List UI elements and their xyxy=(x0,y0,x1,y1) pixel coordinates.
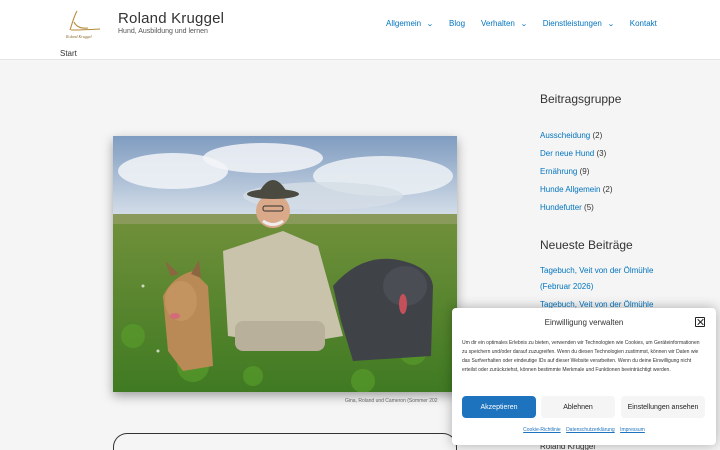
category-link[interactable]: Der neue Hund xyxy=(540,149,594,158)
nav-item-label: Kontakt xyxy=(629,19,657,28)
nav-item-label: Verhalten xyxy=(481,19,515,28)
main-nav: Allgemein ⌄ Blog Verhalten ⌄ Dienstleist… xyxy=(386,19,657,28)
category-count: (9) xyxy=(579,167,590,176)
site-header: Roland Kruggel Roland Kruggel Hund, Ausb… xyxy=(0,0,720,60)
site-logo[interactable]: Roland Kruggel xyxy=(62,8,104,40)
close-icon[interactable] xyxy=(695,317,705,327)
category-link[interactable]: Hundefutter xyxy=(540,203,582,212)
recent-post-link[interactable]: Tagebuch, Veit von der Ölmühle xyxy=(540,266,653,275)
view-settings-button[interactable]: Einstellungen ansehen xyxy=(621,396,705,418)
recent-post-link[interactable]: (Februar 2026) xyxy=(540,282,593,291)
category-count: (3) xyxy=(596,149,607,158)
logo-text: Roland Kruggel xyxy=(65,34,93,39)
nav-item-label: Blog xyxy=(449,19,466,28)
consent-description: Um dir ein optimales Erlebnis zu bieten,… xyxy=(462,340,700,374)
featured-photo xyxy=(113,136,457,392)
chevron-down-icon: ⌄ xyxy=(606,20,615,28)
category-item[interactable]: Hundefutter (5) xyxy=(540,203,594,212)
category-item[interactable]: Hunde Allgemein (2) xyxy=(540,185,613,194)
content-card xyxy=(113,433,457,450)
nav-item-blog[interactable]: Blog xyxy=(449,19,465,28)
consent-links: Cookie-Richtlinie Datenschutzerklärung I… xyxy=(452,427,716,433)
recent-posts-widget-title: Neueste Beiträge xyxy=(540,238,633,252)
category-item[interactable]: Ernährung (9) xyxy=(540,167,589,176)
accept-button[interactable]: Akzeptieren xyxy=(462,396,536,418)
consent-title: Einwilligung verwalten xyxy=(544,318,624,327)
category-count: (2) xyxy=(592,131,603,140)
site-tagline: Hund, Ausbildung und lernen xyxy=(118,28,208,35)
nav-item-verhalten[interactable]: Verhalten ⌄ xyxy=(481,19,528,28)
category-link[interactable]: Hunde Allgemein xyxy=(540,185,600,194)
cookie-policy-link[interactable]: Cookie-Richtlinie xyxy=(523,427,561,433)
category-item[interactable]: Ausscheidung (2) xyxy=(540,131,602,140)
category-item[interactable]: Der neue Hund (3) xyxy=(540,149,606,158)
nav-item-allgemein[interactable]: Allgemein ⌄ xyxy=(386,19,434,28)
chevron-down-icon: ⌄ xyxy=(519,20,528,28)
chevron-down-icon: ⌄ xyxy=(426,20,434,28)
category-link[interactable]: Ausscheidung xyxy=(540,131,590,140)
privacy-policy-link[interactable]: Datenschutzerklärung xyxy=(566,427,615,433)
breadcrumb[interactable]: Start xyxy=(60,49,77,58)
photo-caption: Gina, Roland und Cameron (Sommer 202 xyxy=(345,398,438,404)
site-title[interactable]: Roland Kruggel xyxy=(118,10,224,27)
category-count: (5) xyxy=(584,203,594,212)
nav-item-kontakt[interactable]: Kontakt xyxy=(630,19,657,28)
cookie-consent-dialog: Einwilligung verwalten Um dir ein optima… xyxy=(452,308,716,445)
nav-item-label: Allgemein xyxy=(386,19,422,28)
imprint-link[interactable]: Impressum xyxy=(620,427,645,433)
category-count: (2) xyxy=(602,185,613,194)
nav-item-label: Dienstleistungen xyxy=(542,19,602,28)
category-link[interactable]: Ernährung xyxy=(540,167,577,176)
deny-button[interactable]: Ablehnen xyxy=(541,396,615,418)
categories-widget-title: Beitragsgruppe xyxy=(540,92,622,106)
nav-item-dienstleistungen[interactable]: Dienstleistungen ⌄ xyxy=(542,19,615,28)
